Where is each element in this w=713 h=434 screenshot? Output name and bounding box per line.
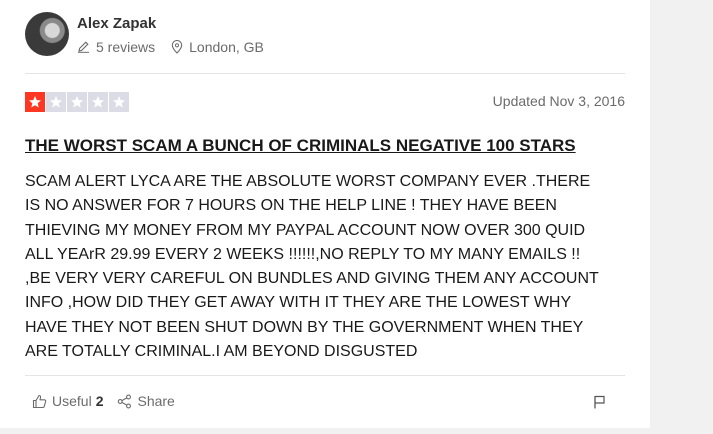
header-divider bbox=[25, 73, 625, 74]
star-1 bbox=[25, 92, 45, 112]
star-rating bbox=[25, 92, 130, 112]
useful-count: 2 bbox=[95, 393, 104, 409]
star-4 bbox=[88, 92, 108, 112]
review-card: Alex Zapak 5 reviews London, GB Updated … bbox=[0, 0, 650, 428]
pencil-icon bbox=[78, 41, 89, 53]
flag-icon bbox=[594, 395, 605, 409]
share-label: Share bbox=[137, 393, 175, 409]
reviewer-info: Alex Zapak 5 reviews London, GB bbox=[77, 14, 264, 55]
location-text: London, GB bbox=[189, 38, 264, 55]
star-5 bbox=[109, 92, 129, 112]
reviewer-header: Alex Zapak 5 reviews London, GB bbox=[25, 12, 264, 56]
review-title[interactable]: THE WORST SCAM A BUNCH OF CRIMINALS NEGA… bbox=[25, 136, 576, 156]
star-icon bbox=[92, 96, 104, 108]
location-pin-icon bbox=[171, 39, 183, 54]
share-icon bbox=[118, 394, 132, 408]
review-actions: Useful 2 Share bbox=[32, 393, 175, 409]
reviews-count-text: 5 reviews bbox=[96, 38, 156, 55]
footer-divider bbox=[25, 375, 625, 376]
reviews-count: 5 reviews bbox=[77, 39, 155, 55]
reviewer-meta: 5 reviews London, GB bbox=[77, 39, 264, 55]
share-button[interactable]: Share bbox=[117, 393, 175, 409]
star-icon bbox=[71, 96, 83, 108]
reviewer-name[interactable]: Alex Zapak bbox=[77, 14, 264, 34]
avatar[interactable] bbox=[25, 12, 69, 56]
reviewer-location: London, GB bbox=[171, 39, 264, 55]
star-3 bbox=[67, 92, 87, 112]
star-2 bbox=[46, 92, 66, 112]
useful-label: Useful bbox=[52, 393, 92, 409]
updated-date: Updated Nov 3, 2016 bbox=[492, 93, 625, 109]
report-button[interactable] bbox=[593, 395, 606, 414]
useful-button[interactable]: Useful 2 bbox=[32, 393, 103, 409]
star-icon bbox=[29, 96, 41, 108]
star-icon bbox=[113, 96, 125, 108]
review-body: SCAM ALERT LYCA ARE THE ABSOLUTE WORST C… bbox=[25, 173, 599, 361]
thumbs-up-icon bbox=[32, 394, 47, 408]
star-icon bbox=[50, 96, 62, 108]
